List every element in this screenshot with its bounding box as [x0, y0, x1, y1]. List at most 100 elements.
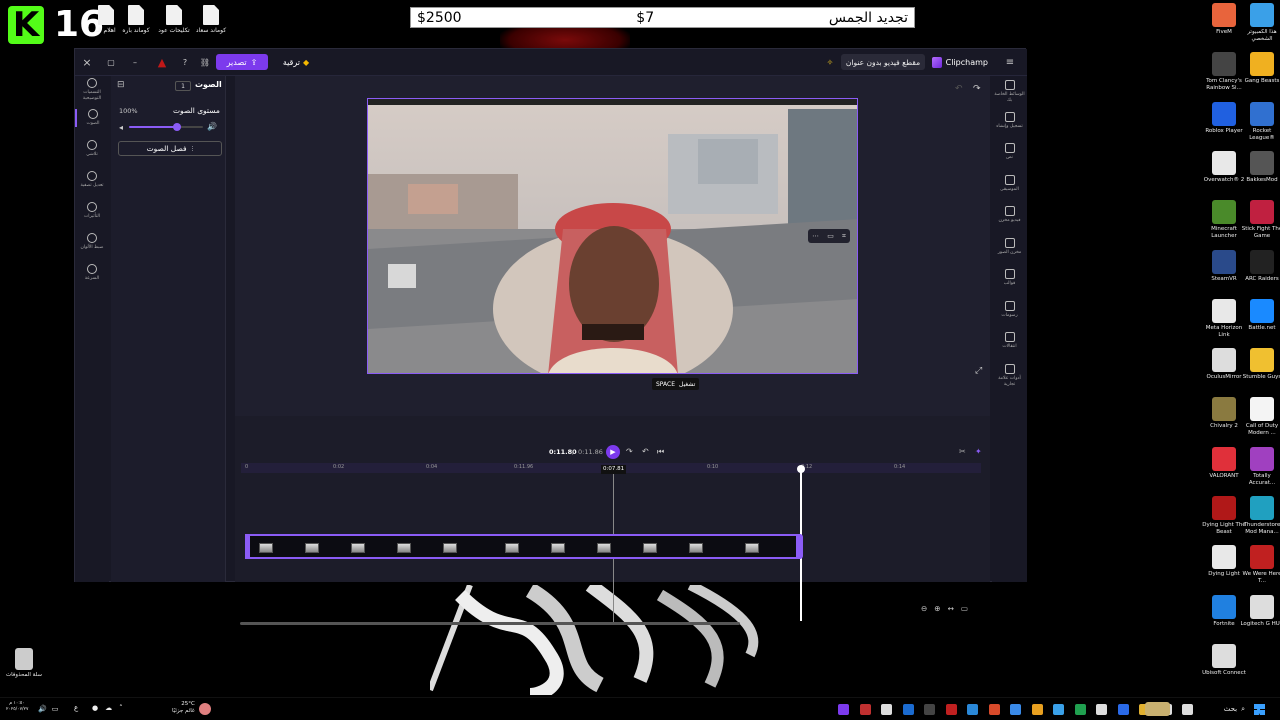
desktop-file[interactable]: كوماند سعاد: [191, 5, 231, 34]
timeline-layout-icon[interactable]: ▭: [961, 604, 968, 613]
share-link-icon[interactable]: ⛓: [199, 54, 211, 70]
desktop-icon[interactable]: Totally Accurat...: [1240, 446, 1280, 487]
upgrade-button[interactable]: ترقية ◆: [277, 54, 315, 70]
fullscreen-icon[interactable]: ⤢: [975, 366, 982, 376]
desktop-file[interactable]: تكليحات عود: [154, 5, 194, 34]
start-button-icon[interactable]: [1254, 704, 1265, 715]
magic-wand-icon[interactable]: ✧: [823, 54, 837, 70]
volume-mute-icon[interactable]: ◂: [119, 123, 123, 132]
video-clip[interactable]: [245, 534, 803, 559]
taskbar-app-icon[interactable]: [1074, 704, 1086, 715]
recycle-bin[interactable]: سلة المحذوفات: [2, 648, 46, 679]
rail-item[interactable]: التأثيرات: [75, 202, 109, 220]
volume-slider[interactable]: [129, 123, 203, 131]
crop-icon[interactable]: ⌗: [842, 232, 846, 241]
mic-icon[interactable]: ●: [92, 704, 98, 712]
desktop-file[interactable]: كوماند باره: [116, 5, 156, 34]
skip-forward-icon[interactable]: ↷: [626, 447, 633, 456]
volume-slider-knob[interactable]: [173, 123, 182, 131]
jump-to-start-icon[interactable]: ⏮: [657, 447, 664, 457]
onedrive-icon[interactable]: ☁: [105, 704, 112, 712]
rail-item[interactable]: تلاشي: [75, 140, 109, 158]
taskbar-app-icon[interactable]: [988, 704, 1000, 715]
undo-icon[interactable]: ↶: [955, 84, 963, 94]
search-box[interactable]: بحث ⌕: [1175, 701, 1245, 717]
volume-slider-fill: [129, 126, 178, 128]
taskbar-app-icon[interactable]: [1053, 704, 1064, 715]
clock[interactable]: ١٠:٥٠ م ٢٠٢٥/٠٧/٢٧: [6, 701, 28, 713]
more-options-icon[interactable]: ⋯: [812, 232, 819, 240]
zoom-out-icon[interactable]: ⊖: [921, 604, 927, 613]
taskbar-app-icon[interactable]: [945, 704, 957, 715]
clip-trim-handle-left[interactable]: [245, 534, 250, 559]
media-rail-item[interactable]: مخزن الصور: [992, 237, 1027, 256]
desktop-icon[interactable]: Battle.net: [1240, 298, 1280, 332]
taskbar-app-icon[interactable]: [838, 704, 849, 715]
separate-audio-button[interactable]: فصل الصوت ⫶: [118, 141, 222, 156]
taskbar-app-icon[interactable]: [1010, 704, 1021, 715]
rail-item[interactable]: الصوت: [75, 109, 109, 127]
ai-sparkle-icon[interactable]: ✦: [975, 447, 982, 456]
desktop-icon[interactable]: Ubisoft Connect: [1202, 643, 1246, 677]
taskbar-app-icon[interactable]: [859, 704, 871, 715]
desktop-icon[interactable]: Call of Duty Modern ...: [1240, 397, 1280, 437]
app-icon: [1212, 52, 1236, 77]
app-icon: [1212, 150, 1236, 175]
desktop-icon[interactable]: We Were Here T...: [1240, 545, 1280, 585]
resize-icon[interactable]: ▭: [827, 232, 834, 240]
desktop-icon[interactable]: Thunderstore Mod Mana...: [1240, 496, 1280, 536]
export-button[interactable]: تصدير ⇪: [216, 54, 268, 70]
media-rail-item[interactable]: رسومات: [992, 300, 1027, 319]
taskbar-app-icon[interactable]: [1031, 704, 1043, 715]
taskbar-app-icon[interactable]: [967, 704, 978, 715]
hamburger-menu-icon[interactable]: ≡: [1003, 54, 1017, 70]
desktop-icon[interactable]: Rocket League®: [1240, 101, 1280, 142]
media-rail-item[interactable]: الوسائط الخاصة بك: [992, 80, 1027, 104]
media-rail-item[interactable]: الموسيقى: [992, 174, 1027, 193]
desktop-icon[interactable]: هذا الكمبيوتر الشخصي: [1240, 3, 1280, 43]
rail-item[interactable]: السرعة: [75, 264, 109, 282]
clip-thumbnail: [689, 543, 703, 553]
timeline-scrollbar[interactable]: [240, 622, 740, 625]
language-indicator[interactable]: ع: [74, 704, 78, 712]
panel-sidebar-icon[interactable]: ⊟: [117, 80, 125, 90]
chevron-up-icon[interactable]: ˄: [119, 704, 123, 712]
media-rail-item[interactable]: أدوات علامة تجارية: [992, 363, 1027, 388]
minimize-icon[interactable]: –: [129, 54, 141, 70]
media-rail-item[interactable]: تسجيل وإنشاء: [992, 111, 1027, 130]
desktop-icon[interactable]: ARC Raiders: [1240, 249, 1280, 283]
desktop-icon[interactable]: Gang Beasts: [1240, 52, 1280, 85]
split-clip-icon[interactable]: ✂: [959, 447, 966, 456]
taskbar-app-icon[interactable]: [924, 704, 935, 715]
media-rail-icon: [1004, 237, 1015, 248]
fit-timeline-icon[interactable]: ↔: [948, 604, 954, 613]
network-icon[interactable]: ▭: [52, 705, 59, 713]
video-preview[interactable]: ⋯ ▭ ⌗: [367, 98, 858, 374]
weather-widget[interactable]: 25°C غائم جزئيًا: [172, 701, 195, 715]
rail-item[interactable]: التسميات التوضيحية: [75, 78, 109, 102]
desktop-icon[interactable]: BakkesMod: [1240, 150, 1280, 184]
media-rail-item[interactable]: فيديو مخزن: [992, 206, 1027, 224]
desktop-icon[interactable]: Stumble Guys: [1240, 348, 1280, 381]
project-title-field[interactable]: مقطع فيديو بدون عنوان: [841, 54, 925, 70]
media-rail-item[interactable]: نص: [992, 143, 1027, 161]
skip-back-icon[interactable]: ↶: [642, 447, 649, 456]
clip-trim-handle-right[interactable]: [796, 534, 801, 559]
desktop-icon[interactable]: Logitech G HUB: [1240, 594, 1280, 628]
restore-icon[interactable]: ▢: [105, 54, 117, 70]
media-rail-item[interactable]: قوالب: [992, 269, 1027, 287]
taskbar-app-icon[interactable]: [881, 704, 892, 715]
volume-icon[interactable]: 🔊: [38, 705, 47, 713]
desktop-icon[interactable]: Stick Fight The Game: [1240, 200, 1280, 240]
play-icon[interactable]: ▶: [606, 445, 620, 459]
rail-item[interactable]: ضبط الألوان: [75, 233, 109, 251]
help-icon[interactable]: ?: [179, 54, 191, 70]
close-icon[interactable]: ×: [81, 54, 93, 70]
rail-item[interactable]: تعديل تصفية: [75, 171, 109, 189]
redo-icon[interactable]: ↷: [973, 84, 981, 94]
media-rail-item[interactable]: انتقالات: [992, 332, 1027, 350]
taskbar-app-icon[interactable]: [902, 704, 914, 715]
taskbar-app-icon[interactable]: [1096, 704, 1107, 715]
taskbar-app-icon[interactable]: [1117, 704, 1129, 715]
zoom-in-icon[interactable]: ⊕: [934, 604, 940, 613]
